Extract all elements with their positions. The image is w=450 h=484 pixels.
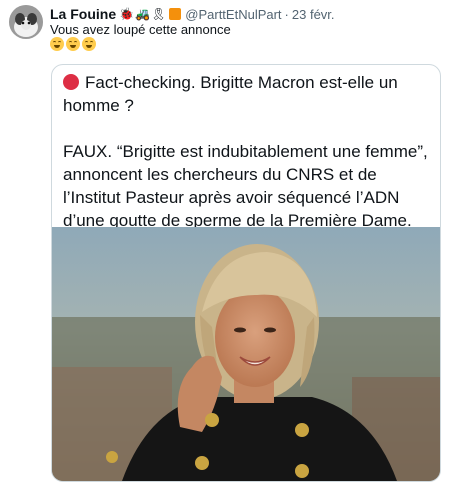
card-body-text: FAUX. “Brigitte est indubitablement une … [63, 142, 428, 230]
author-handle[interactable]: @ParttEtNulPart [185, 7, 281, 22]
author-name[interactable]: La Fouine [50, 6, 116, 22]
tweet-text: Vous avez loupé cette annonce [50, 22, 231, 37]
orange-square-icon [169, 8, 182, 20]
card-headline: Fact-checking. Brigitte Macron est-elle … [63, 71, 433, 117]
tweet-date[interactable]: 23 févr. [292, 7, 335, 22]
name-emojis: 🐞 🚜 🎗 [119, 7, 182, 21]
face-with-hand-over-mouth-icon [82, 37, 96, 51]
bug-icon: 🐞 [119, 7, 135, 21]
red-circle-icon [63, 74, 79, 90]
tractor-icon: 🚜 [135, 7, 151, 21]
header-separator: · [284, 6, 289, 22]
embedded-image-card[interactable]: Fact-checking. Brigitte Macron est-elle … [51, 64, 441, 482]
tweet-header: La Fouine 🐞 🚜 🎗 @ParttEtNulPart · 23 fév… [50, 5, 335, 23]
photo[interactable] [52, 227, 440, 481]
tweet-emoji-row [50, 37, 96, 51]
avatar[interactable] [9, 5, 43, 39]
card-headline-text: Fact-checking. Brigitte Macron est-elle … [63, 73, 398, 115]
ribbon-icon: 🎗 [151, 7, 167, 21]
tweet[interactable]: La Fouine 🐞 🚜 🎗 @ParttEtNulPart · 23 fév… [0, 0, 450, 484]
face-with-hand-over-mouth-icon [66, 37, 80, 51]
face-with-hand-over-mouth-icon [50, 37, 64, 51]
card-text: Fact-checking. Brigitte Macron est-elle … [63, 71, 433, 232]
